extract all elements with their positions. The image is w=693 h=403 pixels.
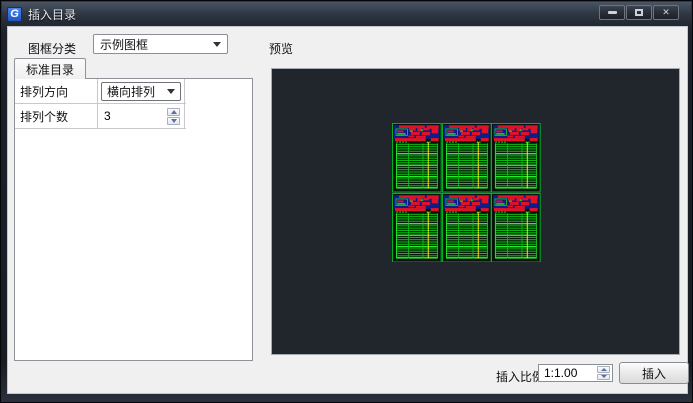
window-controls: ✕ bbox=[598, 5, 679, 20]
count-label: 排列个数 bbox=[15, 104, 98, 128]
insert-scale-field bbox=[538, 364, 613, 382]
close-button[interactable]: ✕ bbox=[653, 5, 679, 20]
spin-up-button[interactable] bbox=[597, 366, 610, 373]
title-bar[interactable]: G 插入目录 ✕ bbox=[2, 2, 691, 27]
arrow-down-icon bbox=[171, 119, 177, 123]
insert-scale-label: 插入比例 bbox=[496, 368, 544, 385]
maximize-button[interactable] bbox=[626, 5, 652, 20]
table-row-count: 排列个数 bbox=[15, 104, 186, 129]
direction-label: 排列方向 bbox=[15, 79, 98, 103]
spin-down-button[interactable] bbox=[167, 117, 180, 125]
arrow-up-icon bbox=[601, 368, 607, 371]
frame-category-label: 图框分类 bbox=[28, 40, 76, 57]
maximize-icon bbox=[635, 9, 643, 16]
drawing-frame bbox=[392, 123, 442, 193]
scale-spinner bbox=[597, 366, 610, 380]
settings-table: 排列方向 横向排列 排列个数 bbox=[15, 79, 186, 129]
drawing-frame bbox=[442, 193, 492, 263]
direction-dropdown[interactable]: 横向排列 bbox=[101, 82, 181, 101]
drawing-frame bbox=[442, 123, 492, 193]
drawing-frame bbox=[491, 193, 541, 263]
close-icon: ✕ bbox=[662, 8, 670, 17]
minimize-icon bbox=[608, 11, 617, 14]
spin-up-button[interactable] bbox=[167, 108, 180, 116]
direction-value: 横向排列 bbox=[107, 83, 155, 100]
insert-button[interactable]: 插入 bbox=[619, 362, 689, 384]
chevron-down-icon bbox=[167, 89, 175, 94]
tab-label: 标准目录 bbox=[26, 61, 74, 78]
preview-canvas bbox=[271, 68, 680, 355]
insert-scale-input[interactable] bbox=[539, 365, 589, 381]
drawing-frame bbox=[392, 193, 442, 263]
minimize-button[interactable] bbox=[599, 5, 625, 20]
preview-label: 预览 bbox=[269, 40, 293, 57]
count-input[interactable] bbox=[98, 108, 156, 124]
table-row-direction: 排列方向 横向排列 bbox=[15, 79, 186, 104]
settings-panel: 排列方向 横向排列 排列个数 bbox=[14, 78, 253, 361]
count-spinner bbox=[167, 108, 180, 125]
window-title: 插入目录 bbox=[28, 6, 76, 23]
arrow-down-icon bbox=[601, 375, 607, 378]
arrow-up-icon bbox=[171, 110, 177, 114]
frame-category-dropdown[interactable]: 示例图框 bbox=[93, 34, 228, 54]
chevron-down-icon bbox=[213, 42, 221, 47]
tab-standard-catalog[interactable]: 标准目录 bbox=[14, 58, 86, 79]
spin-down-button[interactable] bbox=[597, 374, 610, 381]
frames-grid bbox=[392, 123, 541, 262]
insert-catalog-dialog: G 插入目录 ✕ 图框分类 示例图框 标准目录 排列方向 bbox=[0, 0, 693, 403]
dialog-body: 图框分类 示例图框 标准目录 排列方向 横向排列 bbox=[8, 27, 687, 393]
drawing-frame bbox=[491, 123, 541, 193]
frame-category-value: 示例图框 bbox=[100, 36, 148, 53]
app-logo-icon: G bbox=[7, 7, 22, 22]
